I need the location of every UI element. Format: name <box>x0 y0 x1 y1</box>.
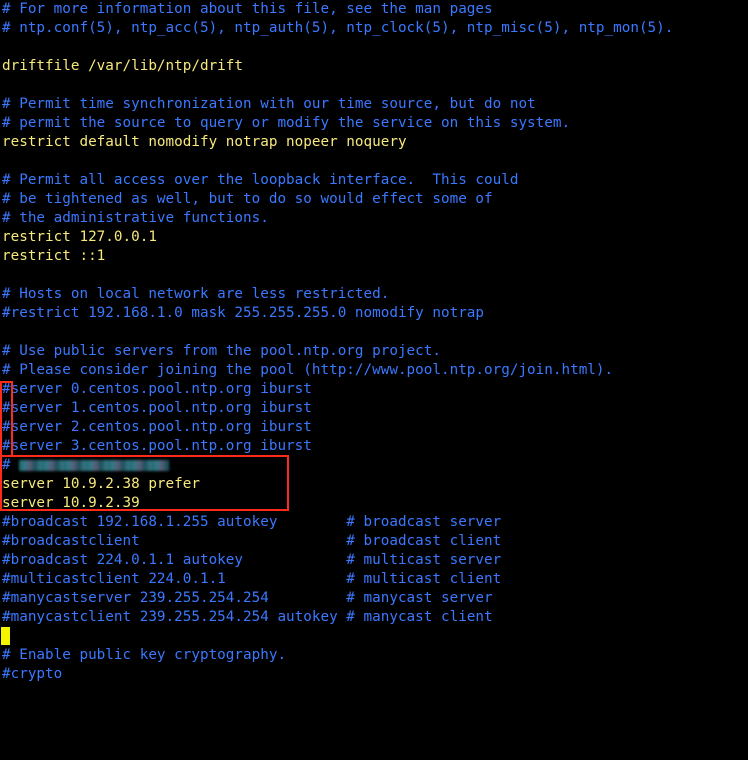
config-line: # Permit all access over the loopback in… <box>2 172 519 188</box>
config-line: # be tightened as well, but to do so wou… <box>2 191 493 207</box>
config-line: #manycastclient 239.255.254.254 autokey … <box>2 609 493 625</box>
config-line: #broadcast 224.0.1.1 autokey # multicast… <box>2 552 502 568</box>
config-line: # the administrative functions. <box>2 210 269 226</box>
config-line: restrict default nomodify notrap nopeer … <box>2 134 407 150</box>
config-line: #manycastserver 239.255.254.254 # manyca… <box>2 590 493 606</box>
config-line: restrict 127.0.0.1 <box>2 229 157 245</box>
config-line: # Please consider joining the pool (http… <box>2 362 614 378</box>
config-line: #server 1.centos.pool.ntp.org iburst <box>2 400 312 416</box>
config-line: #broadcastclient # broadcast client <box>2 533 502 549</box>
config-line: # Permit time synchronization with our t… <box>2 96 536 112</box>
config-line: #multicastclient 224.0.1.1 # multicast c… <box>2 571 502 587</box>
config-line: #restrict 192.168.1.0 mask 255.255.255.0… <box>2 305 485 321</box>
config-line: #server 3.centos.pool.ntp.org iburst <box>2 438 312 454</box>
highlight-box-server-entries <box>0 455 289 511</box>
terminal-window[interactable]: # For more information about this file, … <box>0 0 748 686</box>
config-line: # ntp.conf(5), ntp_acc(5), ntp_auth(5), … <box>2 20 674 36</box>
config-line: #crypto <box>2 666 63 682</box>
config-line: # Enable public key cryptography. <box>2 647 287 663</box>
config-line: #server 0.centos.pool.ntp.org iburst <box>2 381 312 397</box>
config-line: # Hosts on local network are less restri… <box>2 286 390 302</box>
config-line: # permit the source to query or modify t… <box>2 115 571 131</box>
config-line: # Use public servers from the pool.ntp.o… <box>2 343 441 359</box>
config-line: driftfile /var/lib/ntp/drift <box>2 58 244 74</box>
highlight-box-hash-column <box>0 381 13 457</box>
config-line: # For more information about this file, … <box>2 1 493 17</box>
config-line: #server 2.centos.pool.ntp.org iburst <box>2 419 312 435</box>
config-line: #broadcast 192.168.1.255 autokey # broad… <box>2 514 502 530</box>
text-cursor <box>1 627 10 645</box>
config-line: restrict ::1 <box>2 248 106 264</box>
